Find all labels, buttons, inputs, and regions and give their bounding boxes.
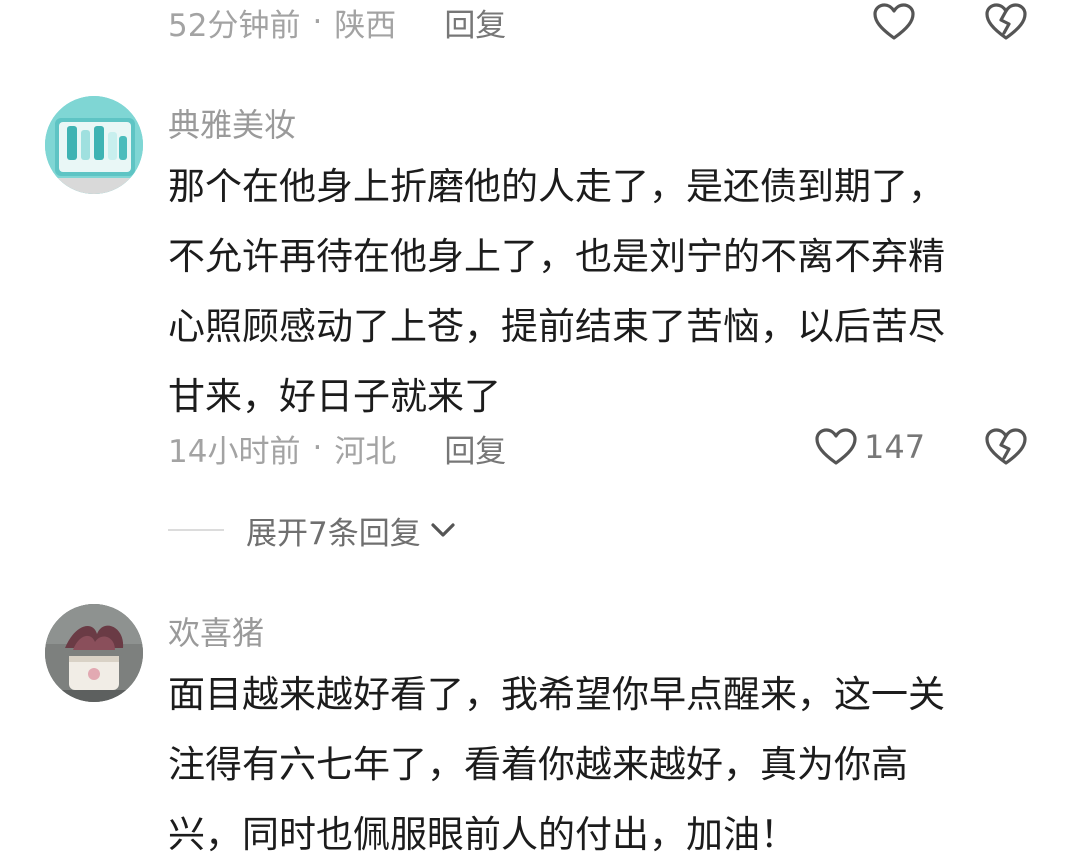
avatar-image [45, 96, 143, 194]
comment-text-line: 不允许再待在他身上了，也是刘宁的不离不弃精 [168, 235, 945, 278]
comment-text: 面目越来越好看了，我希望你早点醒来，这一关 注得有六七年了，看着你越来越好，真为… [168, 660, 1038, 861]
expand-replies-label: 展开7条回复 [246, 515, 421, 552]
comment-text-line: 面目越来越好看了，我希望你早点醒来，这一关 [168, 673, 945, 716]
heart-outline-icon [815, 428, 857, 465]
heart-outline-icon [873, 3, 915, 40]
expand-replies-button[interactable]: 展开7条回复 [168, 510, 457, 552]
comment-time: 52分钟前 [168, 7, 301, 44]
comment-location: 河北 [334, 433, 397, 470]
divider [168, 529, 224, 531]
comment-text-line: 注得有六七年了，看着你越来越好，真为你高 [168, 743, 908, 786]
comment-location: 陕西 [334, 7, 397, 44]
reply-button[interactable]: 回复 [444, 426, 506, 471]
broken-heart-icon [985, 428, 1027, 465]
like-count: 147 [864, 428, 926, 466]
comment-time: 14小时前 [168, 433, 301, 470]
meta-separator: · [312, 4, 323, 40]
comment-meta: 52分钟前 · 陕西 回复 [168, 0, 506, 45]
avatar-image [45, 604, 143, 702]
avatar[interactable] [45, 604, 143, 702]
comment-text: 那个在他身上折磨他的人走了，是还债到期了， 不允许再待在他身上了，也是刘宁的不离… [168, 152, 1038, 432]
like-button[interactable] [872, 2, 916, 42]
like-button[interactable]: 147 [814, 427, 925, 467]
comment-username[interactable]: 欢喜猪 [168, 608, 264, 654]
dislike-button[interactable] [984, 427, 1028, 467]
meta-separator: · [312, 430, 323, 466]
comment-meta: 14小时前 · 河北 回复 [168, 426, 506, 471]
dislike-button[interactable] [984, 2, 1028, 42]
comment-feed: 52分钟前 · 陕西 回复 典雅美妆 那个在他身上折磨他的人走了，是还债到期了， [0, 0, 1080, 861]
comment-username[interactable]: 典雅美妆 [168, 100, 296, 146]
comment-text-line: 兴，同时也佩服眼前人的付出，加油！ [168, 813, 797, 856]
chevron-down-icon [431, 523, 455, 537]
avatar[interactable] [45, 96, 143, 194]
comment-text-line: 甘来，好日子就来了 [168, 375, 501, 418]
comment-text-line: 心照顾感动了上苍，提前结束了苦恼，以后苦尽 [168, 305, 945, 348]
broken-heart-icon [985, 3, 1027, 40]
comment-text-line: 那个在他身上折磨他的人走了，是还债到期了， [168, 165, 945, 208]
reply-button[interactable]: 回复 [444, 0, 506, 45]
